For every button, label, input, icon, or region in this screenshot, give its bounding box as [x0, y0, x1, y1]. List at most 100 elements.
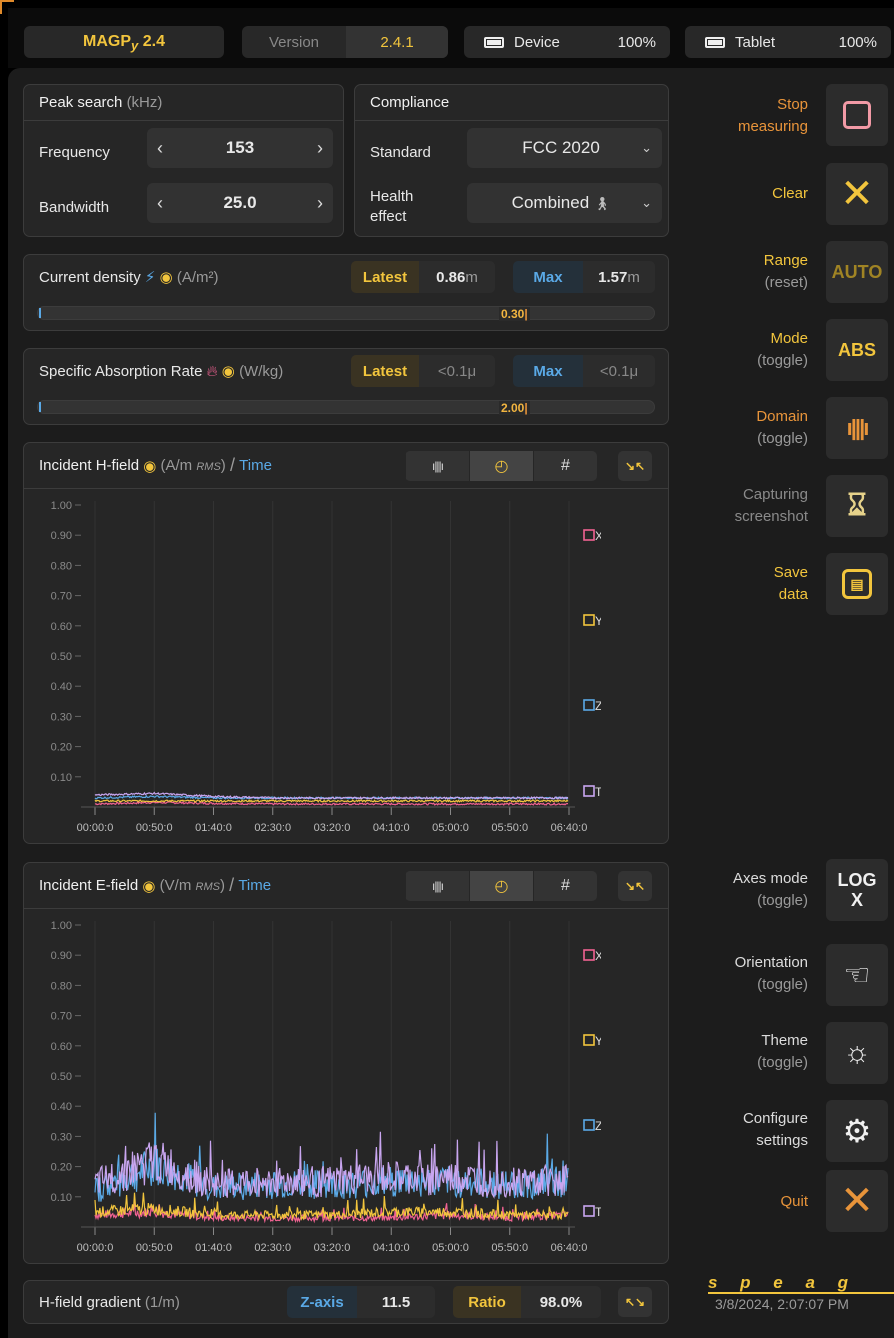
legend-label-x: X	[595, 949, 601, 963]
h-unit-close: )	[220, 457, 226, 474]
peak-search-title: Peak search	[39, 94, 123, 111]
h-slash: /	[229, 455, 235, 475]
frequency-value[interactable]: 153	[226, 138, 254, 158]
collapse-icon: ↘↖	[624, 879, 646, 893]
waveform-view-button[interactable]: ı|||ı	[405, 871, 469, 901]
waveform-icon: ı|||ı	[846, 415, 870, 440]
collapse-button[interactable]: ↘↖	[618, 451, 652, 481]
x-tick-label: 05:00:0	[432, 1242, 469, 1254]
h-field-mode: Time	[239, 457, 272, 474]
frequency-label: Frequency	[39, 144, 110, 161]
device-battery-value: 100%	[617, 33, 656, 51]
domain-label: Domain (toggle)	[756, 406, 808, 450]
bandwidth-decrement-button[interactable]: ‹	[157, 193, 163, 214]
speag-logo: s p e a g	[708, 1274, 894, 1294]
bandwidth-value[interactable]: 25.0	[223, 193, 256, 213]
stop-measuring-label: Stop measuring	[738, 94, 808, 138]
quit-label: Quit	[780, 1193, 808, 1210]
collapse-button[interactable]: ↘↖	[618, 871, 652, 901]
x-tick-label: 01:40:0	[195, 822, 232, 834]
current-density-title: Current density	[39, 269, 141, 286]
stop-measuring-button[interactable]	[826, 84, 888, 146]
health-effect-text: Combined	[511, 193, 590, 212]
lightning-icon: ⚡︎	[144, 269, 156, 286]
theme-toggle-button[interactable]: ☼	[826, 1022, 888, 1084]
clear-label: Clear	[772, 185, 808, 202]
health-effect-select[interactable]: Combined 🚶︎ ⌄	[467, 183, 662, 223]
h-field-panel: Incident H-field ◉ (A/m RMS) / Time ı|||…	[23, 442, 669, 844]
y-tick-label: 0.40	[51, 681, 72, 693]
close-icon: ✕	[840, 1179, 874, 1223]
ratio-value: 98.0%	[521, 1286, 601, 1318]
timestamp: 3/8/2024, 2:07:07 PM	[715, 1296, 849, 1312]
mode-abs-button[interactable]: ABS	[826, 319, 888, 381]
frequency-decrement-button[interactable]: ‹	[157, 138, 163, 159]
numeric-view-button[interactable]: #	[533, 451, 597, 481]
configure-settings-button[interactable]: ⚙	[826, 1100, 888, 1162]
y-tick-label: 1.00	[51, 920, 72, 932]
frequency-increment-button[interactable]: ›	[317, 138, 323, 159]
clock-icon: ◴	[494, 878, 509, 895]
y-tick-label: 0.30	[51, 711, 72, 723]
app-name: MAGP y 2.4	[24, 26, 224, 58]
time-view-button[interactable]: ◴	[469, 451, 533, 481]
sar-bar: 2.00|	[37, 400, 655, 415]
numeric-view-button[interactable]: #	[533, 871, 597, 901]
waveform-icon: ı|||ı	[431, 459, 444, 473]
x-tick-label: 01:40:0	[195, 1242, 232, 1254]
h-field-chart: 1.00 0.90 0.80 0.70 0.60 0.50 0.40 0.30 0.20 0.10…	[51, 500, 601, 834]
domain-label-2: (toggle)	[757, 430, 808, 447]
domain-toggle-button[interactable]: ı|||ı	[826, 397, 888, 459]
tablet-battery-pill: Tablet 100%	[685, 26, 891, 58]
max-value: 1.57 m	[583, 261, 655, 293]
standard-select[interactable]: FCC 2020 ⌄	[467, 128, 662, 168]
clear-button[interactable]: ✕	[826, 163, 888, 225]
legend-swatch-z	[583, 1119, 595, 1131]
max-label: Max	[513, 261, 583, 293]
capture-label: Capturing screenshot	[735, 484, 808, 528]
compliance-panel: Compliance Standard FCC 2020 ⌄ Health ef…	[354, 84, 669, 237]
latest-value: <0.1μ	[419, 355, 495, 387]
clock-icon: ◴	[494, 458, 509, 475]
range-auto-button[interactable]: AUTO	[826, 241, 888, 303]
legend-label-total: Total	[595, 785, 601, 799]
save-data-button[interactable]: ▤	[826, 553, 888, 615]
e-unit-open: (V/m	[159, 877, 192, 894]
document-scan-icon: ▤	[842, 569, 872, 599]
legend-swatch-total	[583, 1205, 595, 1217]
capture-screenshot-button[interactable]: ⌛︎	[826, 475, 888, 537]
e-unit-close: )	[219, 877, 225, 894]
person-icon: 🚶︎	[593, 196, 611, 211]
expand-button[interactable]: ↖↘	[618, 1287, 652, 1317]
mode-label-2: (toggle)	[757, 352, 808, 369]
latest-label: Latest	[351, 355, 419, 387]
h-field-title: Incident H-field	[39, 457, 140, 474]
waveform-view-button[interactable]: ı|||ı	[405, 451, 469, 481]
axes-mode-button[interactable]: LOG X	[826, 859, 888, 921]
domain-label-1: Domain	[756, 408, 808, 425]
health-effect-value: Combined 🚶︎	[481, 193, 641, 213]
latest-number: 0.86	[436, 268, 466, 286]
e-field-title: Incident E-field	[39, 877, 139, 894]
quit-button[interactable]: ✕	[826, 1170, 888, 1232]
zaxis-value: 11.5	[357, 1286, 435, 1318]
orientation-toggle-button[interactable]: ☜	[826, 944, 888, 1006]
time-view-button[interactable]: ◴	[469, 871, 533, 901]
version-label: Version	[268, 33, 320, 51]
sar-limit: 2.00|	[499, 401, 530, 415]
bandwidth-increment-button[interactable]: ›	[317, 193, 323, 214]
x-tick-label: 04:10:0	[373, 1242, 410, 1254]
tablet-label: Tablet	[735, 33, 776, 51]
zaxis-label: Z-axis	[287, 1286, 357, 1318]
bandwidth-stepper: ‹ 25.0 ›	[147, 183, 333, 223]
ratio-label: Ratio	[453, 1286, 521, 1318]
y-tick-label: 1.00	[51, 500, 72, 512]
sar-limit-value: 2.00	[501, 401, 525, 415]
y-tick-label: 0.60	[51, 1041, 72, 1053]
app-name-version: 2.4	[142, 33, 165, 50]
frequency-stepper: ‹ 153 ›	[147, 128, 333, 168]
y-tick-label: 0.80	[51, 980, 72, 992]
compliance-title: Compliance	[355, 85, 668, 121]
config-label-2: settings	[756, 1132, 808, 1149]
e-field-chart: 1.00 0.90 0.80 0.70 0.60 0.50 0.40 0.30 0.20 0.10…	[51, 920, 601, 1254]
